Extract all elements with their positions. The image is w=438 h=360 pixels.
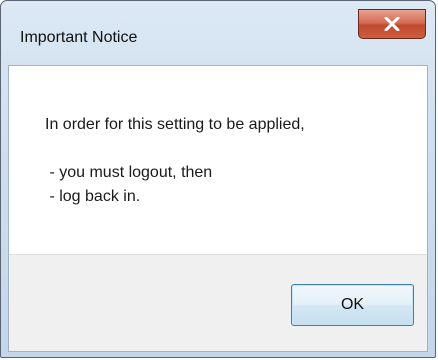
close-button[interactable]	[358, 9, 426, 39]
title-bar[interactable]: Important Notice	[1, 1, 435, 46]
button-bar: OK	[9, 254, 427, 351]
ok-button[interactable]: OK	[291, 284, 414, 326]
dialog-content: In order for this setting to be applied,…	[8, 65, 428, 352]
dialog-title: Important Notice	[20, 29, 138, 46]
dialog-window: Important Notice In order for this setti…	[0, 0, 436, 358]
message-line: In order for this setting to be applied,	[45, 116, 305, 133]
close-icon	[384, 17, 400, 31]
notice-message: In order for this setting to be applied,…	[45, 113, 305, 209]
message-line: - you must logout, then	[45, 164, 213, 181]
message-line: - log back in.	[45, 188, 141, 205]
